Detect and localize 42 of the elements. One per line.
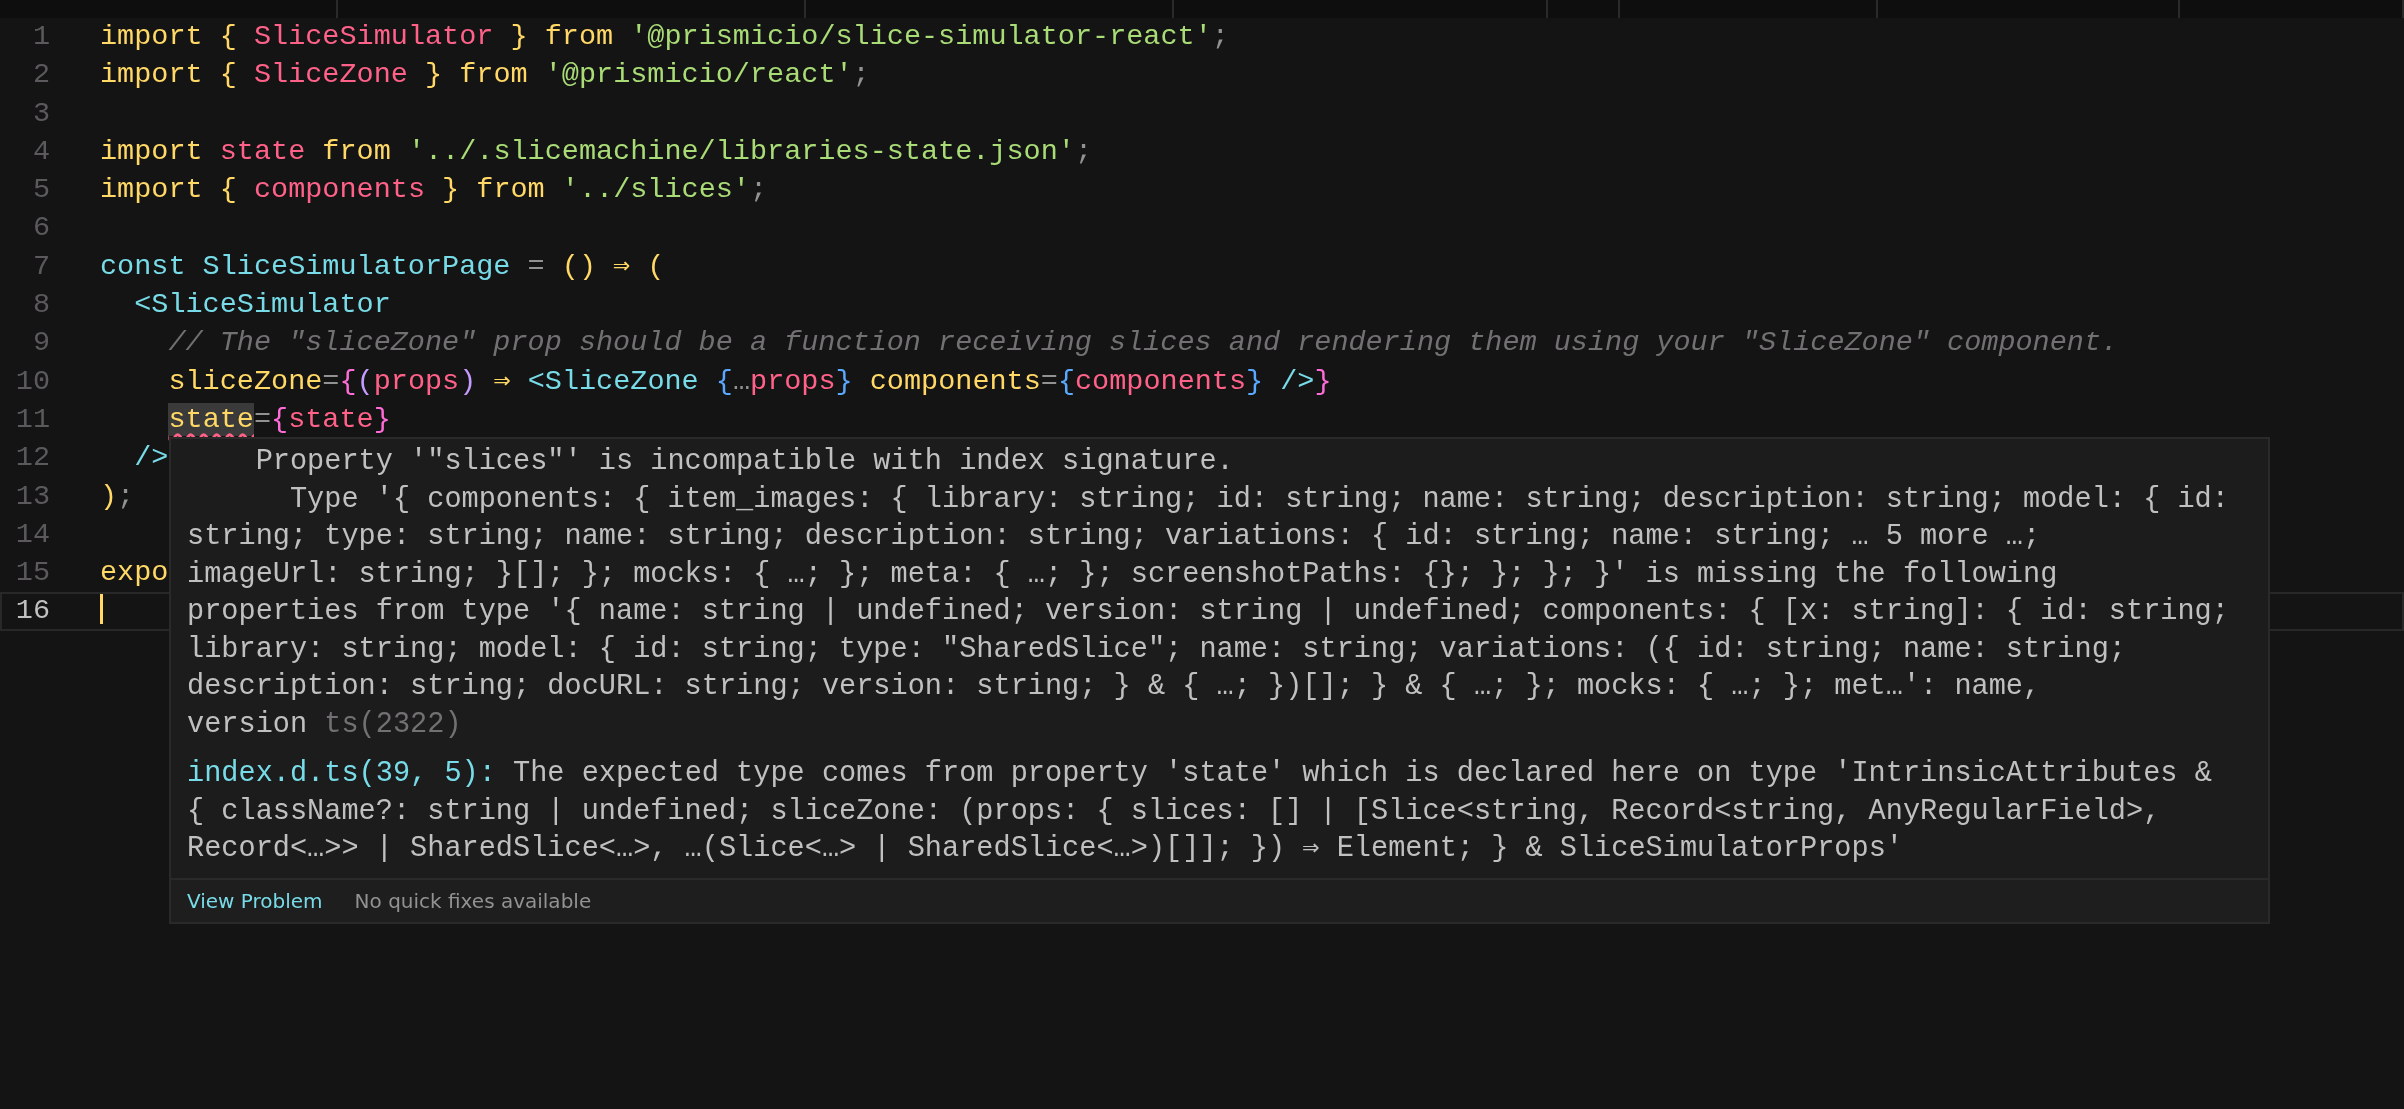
quick-fix-status: No quick fixes available (354, 887, 592, 915)
line-number: 14 (14, 516, 50, 553)
error-message-line: Type '{ components: { item_images: { library: string; id: string; name: string; description: string; model: { id: (288, 481, 2230, 518)
line-number: 8 (31, 287, 50, 324)
related-info-line: index.d.ts(39, 5): The expected type comes from property 'state' which is declared here on type 'IntrinsicAttributes & (187, 756, 2213, 792)
line-number: 4 (31, 133, 50, 170)
code-line: /> (133, 440, 169, 477)
code-line: import state from '../.slicemachine/libraries-state.json'; (99, 133, 1092, 170)
code-line: ); (99, 478, 135, 515)
error-message-line: properties from type '{ name: string | undefined; version: string | undefined; components: { [x: string]: { id: string; (187, 594, 2230, 630)
code-line: state={state} (167, 401, 391, 438)
line-number: 7 (31, 248, 50, 285)
line-number: 15 (14, 555, 50, 592)
code-line: sliceZone={(props) ⇒ <SliceZone {…props} components={components} />} (167, 363, 1332, 400)
line-number: 3 (31, 95, 50, 132)
related-info-line: { className?: string | undefined; sliceZone: (props: { slices: [] | [Slice<string, Record<string, AnyRegularField>, (187, 793, 2162, 830)
line-number: 9 (31, 325, 50, 362)
code-line: // The "sliceZone" prop should be a function receiving slices and rendering them using your "SliceZone" component. (167, 325, 2119, 362)
code-line: import { SliceZone } from '@prismicio/react'; (99, 57, 870, 94)
error-message-line: imageUrl: string; }[]; }; mocks: { …; }; meta: { …; }; screenshotPaths: {}; }; }; }' is missing the following (187, 556, 2059, 593)
error-message-line: library: string; model: { id: string; type: "SharedSlice"; name: string; variations: ({ id: string; name: string; (187, 631, 2127, 668)
line-number: 11 (14, 401, 50, 438)
text-cursor (100, 592, 103, 625)
error-message-line: description: string; docURL: string; version: string; } & { …; })[]; } & { …; }; mocks: { …; }; met…': name, (187, 669, 2042, 705)
line-number: 1 (31, 19, 50, 55)
view-problem-link[interactable]: View Problem (187, 885, 323, 916)
line-number: 12 (14, 440, 50, 477)
line-number: 10 (14, 363, 50, 400)
code-line: const SliceSimulatorPage = () ⇒ ( (99, 248, 665, 285)
code-line: <SliceSimulator (133, 287, 391, 324)
code-line: import { components } from '../slices'; (99, 172, 768, 209)
line-number: 5 (31, 172, 50, 209)
code-line: expo (99, 555, 169, 592)
code-line: import { SliceSimulator } from '@prismicio/slice-simulator-react'; (99, 19, 1229, 55)
line-number: 2 (31, 57, 50, 94)
line-number: 13 (14, 478, 50, 515)
related-info-line: Record<…>> | SharedSlice<…>, …(Slice<…> | SharedSlice<…>)[]]; }) ⇒ Element; } & SliceSimulatorProps' (187, 831, 1904, 867)
error-message-line: string; type: string; name: string; description: string; variations: { id: string; name: string; … 5 more …; (187, 519, 2042, 555)
error-message-line: version ts(2322) (187, 706, 463, 743)
line-number: 6 (31, 210, 50, 247)
line-number: 16 (14, 593, 50, 630)
error-message-line: Property '"slices"' is incompatible with index signature. (254, 444, 1235, 480)
